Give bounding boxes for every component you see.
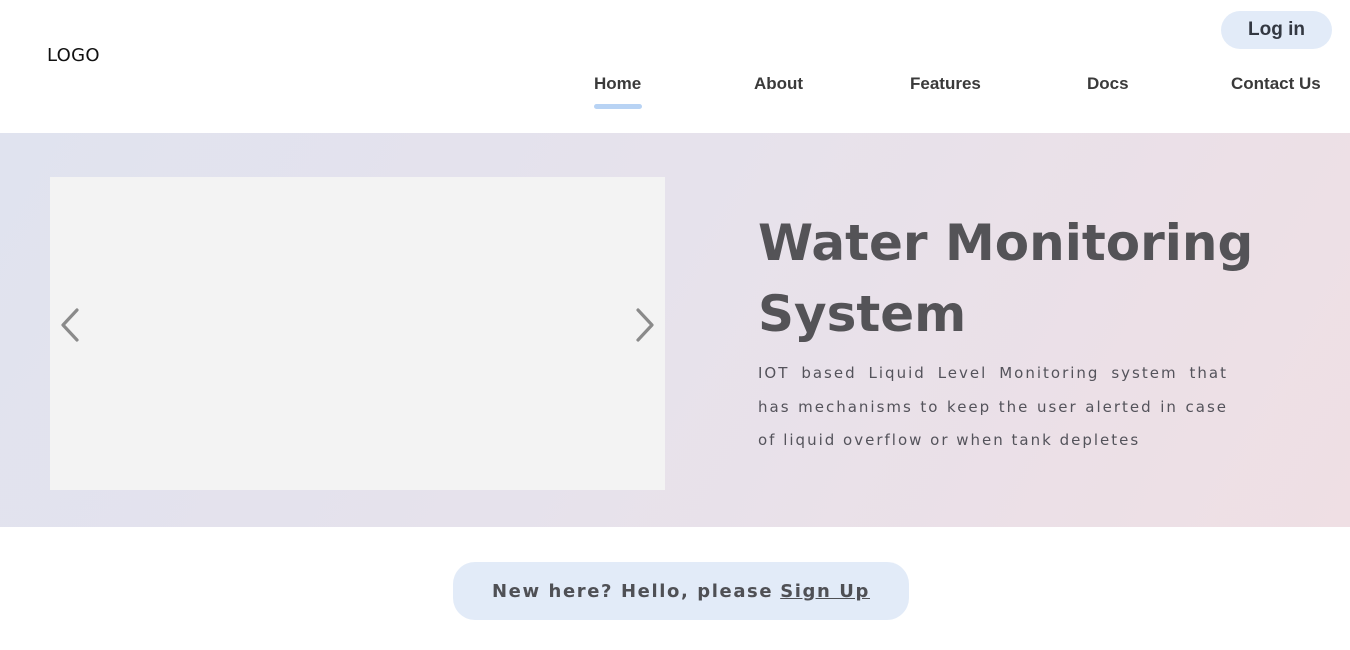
nav-item-home[interactable]: Home — [594, 74, 641, 94]
signup-banner: New here? Hello, please Sign Up — [453, 562, 909, 620]
login-button[interactable]: Log in — [1221, 11, 1332, 49]
chevron-right-icon — [634, 308, 656, 342]
site-header: LOGO Log in Home About Features Docs Con… — [0, 0, 1350, 133]
nav-item-docs[interactable]: Docs — [1087, 74, 1129, 94]
slider-prev-button[interactable] — [55, 305, 85, 345]
signup-link[interactable]: Sign Up — [780, 581, 870, 602]
slider-next-button[interactable] — [630, 305, 660, 345]
nav-item-features[interactable]: Features — [910, 74, 981, 94]
signup-prompt: New here? Hello, please — [491, 580, 774, 602]
hero-description: IOT based Liquid Level Monitoring system… — [758, 364, 1228, 449]
nav-item-about[interactable]: About — [754, 74, 803, 94]
chevron-left-icon — [59, 308, 81, 342]
logo[interactable]: LOGO — [47, 45, 100, 66]
hero-section: Water Monitoring System IOT based Liquid… — [0, 133, 1350, 527]
hero-title: Water Monitoring System — [758, 214, 1254, 343]
image-slider[interactable] — [50, 177, 665, 490]
active-nav-indicator — [594, 104, 642, 109]
nav-item-contact-us[interactable]: Contact Us — [1231, 74, 1321, 94]
